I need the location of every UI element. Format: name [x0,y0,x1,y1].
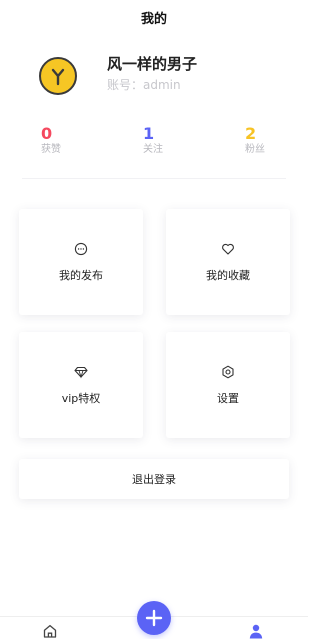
plus-icon [145,609,163,627]
stat-value: 2 [245,124,257,143]
menu-label: vip特权 [61,392,101,405]
stat-value: 0 [41,124,53,143]
vip-privileges-button[interactable]: vip特权 [19,332,143,438]
stat-followers[interactable]: 2 粉丝 [245,124,305,156]
page-title: 我的 [140,11,167,27]
add-post-button[interactable] [137,601,171,635]
settings-button[interactable]: 设置 [166,332,290,438]
menu-label: 我的发布 [59,269,103,282]
chat-bubble-icon [73,241,89,257]
stat-label: 粉丝 [245,144,265,155]
stats-row: 0 获赞 1 关注 2 粉丝 [0,124,308,164]
profile-section: 风一样的男子 账号：admin [0,48,308,108]
avatar[interactable] [39,57,77,95]
home-icon[interactable] [42,623,58,639]
menu-label: 设置 [217,392,239,405]
stat-likes[interactable]: 0 获赞 [41,124,101,156]
bottom-tab-bar [0,601,308,639]
my-favorites-button[interactable]: 我的收藏 [166,209,290,315]
stat-value: 1 [143,124,155,143]
logout-label: 退出登录 [132,473,176,486]
top-bar: 我的 [0,0,308,34]
tree-logo-icon [51,68,65,86]
stat-label: 关注 [143,144,163,155]
user-icon[interactable] [248,623,264,639]
menu-label: 我的收藏 [206,269,250,282]
heart-icon [220,241,236,257]
user-account: 账号：admin [107,78,181,92]
diamond-icon [73,364,89,380]
my-posts-button[interactable]: 我的发布 [19,209,143,315]
settings-hexagon-icon [220,364,236,380]
stat-label: 获赞 [41,144,61,155]
user-nickname: 风一样的男子 [107,55,198,73]
divider [22,178,286,179]
stat-following[interactable]: 1 关注 [143,124,203,156]
logout-button[interactable]: 退出登录 [19,459,289,499]
